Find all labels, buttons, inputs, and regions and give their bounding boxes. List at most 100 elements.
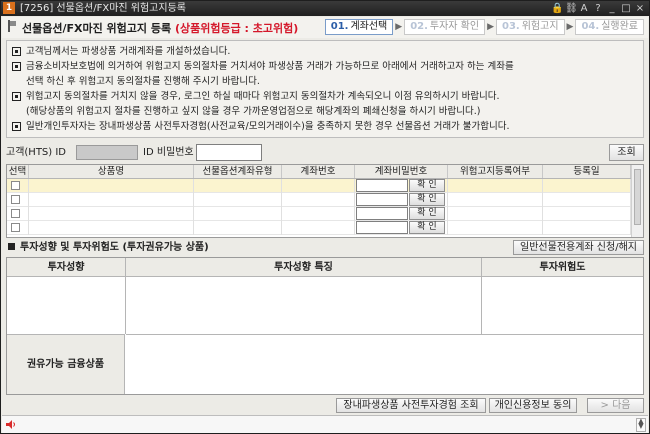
- speaker-icon[interactable]: [6, 419, 16, 430]
- page-title: 선물옵션/FX마진 위험고지 등록 (상품위험등급 : 초고위험): [22, 20, 298, 36]
- lock-icon[interactable]: 🔒: [551, 2, 563, 15]
- confirm-button[interactable]: 확 인: [409, 179, 445, 192]
- login-row: 고객(HTS) ID ID 비밀번호 조회: [6, 144, 644, 161]
- col-investor-profile: 투자성향: [47, 262, 85, 273]
- notice-line: 금융소비자보호법에 의거하여 위험고지 동의절차를 거치셔야 파생상품 거래가 …: [12, 59, 638, 74]
- cell-account-number: [282, 193, 355, 207]
- col-account-type: 선물옵션계좌유형: [194, 165, 282, 178]
- window-number-badge: 1: [3, 2, 15, 14]
- cell-product: [29, 179, 194, 193]
- bullet-icon: [12, 92, 21, 101]
- step-arrow-icon: ▶: [395, 22, 403, 32]
- section-title: 투자성향 및 투자위험도 (투자권유가능 상품): [8, 241, 209, 254]
- bullet-icon: [12, 122, 21, 131]
- col-select: 선택: [7, 165, 29, 178]
- step-arrow-icon: ▶: [487, 22, 495, 32]
- notice-line: 위험고지 동의절차를 거치지 않을 경우, 로그인 하실 때마다 위험고지 동의…: [12, 89, 638, 104]
- table-row[interactable]: 확 인: [7, 207, 643, 221]
- cell-product: [29, 207, 194, 221]
- next-button[interactable]: > 다음: [587, 398, 644, 413]
- password-field[interactable]: [196, 144, 262, 161]
- recommendable-products-label: 권유가능 금융상품: [7, 334, 125, 394]
- customer-id-label: 고객(HTS) ID: [6, 147, 67, 158]
- cell-account-type: [194, 221, 282, 235]
- cell-risk-status: [448, 193, 543, 207]
- minimize-icon[interactable]: _: [607, 2, 617, 15]
- cell-product: [29, 221, 194, 235]
- recommendable-products-area: [126, 334, 643, 394]
- cell-risk-status: [448, 179, 543, 193]
- account-password-input[interactable]: [356, 207, 408, 220]
- status-bar: ▲ ▼: [2, 415, 648, 433]
- divider: [481, 258, 482, 334]
- link-icon[interactable]: ⛓: [565, 2, 578, 15]
- investor-table-header: 투자성향 투자성향 특징 투자위험도: [7, 258, 643, 277]
- col-account-number: 계좌번호: [282, 165, 355, 178]
- step-risk-notice[interactable]: 03. 위험고지: [496, 19, 565, 35]
- cell-account-type: [194, 193, 282, 207]
- notice-line: 선택 하신 후 위험고지 동의절차를 진행해 주시기 바랍니다.: [26, 76, 260, 87]
- cell-date: [543, 207, 631, 221]
- page-header: 선물옵션/FX마진 위험고지 등록 (상품위험등급 : 초고위험) 01. 계좌선…: [2, 17, 648, 38]
- step-investor-check[interactable]: 02. 투자자 확인: [404, 19, 486, 35]
- cell-risk-status: [448, 207, 543, 221]
- step-indicator: 01. 계좌선택 ▶ 02. 투자자 확인 ▶ 03. 위험고지 ▶ 04. 실행완료: [324, 19, 644, 35]
- experience-query-button[interactable]: 장내파생상품 사전투자경험 조회: [336, 398, 486, 413]
- table-row[interactable]: 확 인: [7, 179, 643, 193]
- maximize-icon[interactable]: □: [621, 2, 631, 15]
- row-checkbox[interactable]: [11, 223, 20, 232]
- cell-date: [543, 179, 631, 193]
- table-scrollbar[interactable]: [631, 165, 643, 237]
- cell-date: [543, 193, 631, 207]
- title-bar[interactable]: 1 [7256] 선물옵션/FX마진 위험고지등록 🔒 ⛓ A ? _ □ ×: [1, 1, 649, 16]
- account-password-input[interactable]: [356, 179, 408, 192]
- notice-box: 고객님께서는 파생상품 거래계좌를 개설하셨습니다. 금융소비자보호법에 의거하…: [6, 40, 644, 138]
- confirm-button[interactable]: 확 인: [409, 221, 445, 234]
- cell-risk-status: [448, 221, 543, 235]
- col-investment-risk: 투자위험도: [539, 262, 586, 273]
- scrollbar-thumb[interactable]: [634, 169, 641, 225]
- square-bullet-icon: [8, 243, 15, 250]
- accounts-table: 선택 상품명 선물옵션계좌유형 계좌번호 계좌비밀번호 위험고지등록여부 등록일…: [6, 164, 644, 238]
- account-password-input[interactable]: [356, 193, 408, 206]
- investor-profile-table: 투자성향 투자성향 특징 투자위험도 권유가능 금융상품: [6, 257, 644, 395]
- query-button[interactable]: 조회: [609, 144, 644, 161]
- page-title-text: 선물옵션/FX마진 위험고지 등록: [22, 22, 172, 35]
- step-complete[interactable]: 04. 실행완료: [575, 19, 644, 35]
- row-checkbox[interactable]: [11, 209, 20, 218]
- credit-consent-button[interactable]: 개인신용정보 동의: [489, 398, 577, 413]
- bullet-icon: [12, 47, 21, 56]
- cell-account-type: [194, 207, 282, 221]
- special-account-button[interactable]: 일반선물전용계좌 신청/해지: [513, 240, 644, 255]
- row-checkbox[interactable]: [11, 195, 20, 204]
- customer-id-field: [76, 145, 138, 160]
- step-account-select[interactable]: 01. 계좌선택: [324, 19, 394, 35]
- app-window: 1 [7256] 선물옵션/FX마진 위험고지등록 🔒 ⛓ A ? _ □ × …: [0, 0, 650, 434]
- notice-line: 고객님께서는 파생상품 거래계좌를 개설하셨습니다.: [12, 44, 638, 59]
- confirm-button[interactable]: 확 인: [409, 207, 445, 220]
- divider: [125, 258, 126, 334]
- close-icon[interactable]: ×: [635, 2, 645, 15]
- cell-account-number: [282, 179, 355, 193]
- font-size-icon[interactable]: A: [579, 2, 589, 15]
- help-icon[interactable]: ?: [593, 2, 603, 15]
- col-product: 상품명: [29, 165, 194, 178]
- window-title: [7256] 선물옵션/FX마진 위험고지등록: [20, 3, 186, 14]
- password-label: ID 비밀번호: [143, 147, 194, 158]
- cell-account-type: [194, 179, 282, 193]
- account-password-input[interactable]: [356, 221, 408, 234]
- row-checkbox[interactable]: [11, 181, 20, 190]
- table-header: 선택 상품명 선물옵션계좌유형 계좌번호 계좌비밀번호 위험고지등록여부 등록일: [7, 165, 643, 179]
- risk-grade-label: (상품위험등급 : 초고위험): [174, 22, 299, 35]
- step-arrow-icon: ▶: [566, 22, 574, 32]
- notice-line: (해당상품의 위험고지 절차를 진행하고 싶지 않을 경우 가까운영업점으로 해…: [26, 106, 481, 117]
- cell-product: [29, 193, 194, 207]
- cell-account-number: [282, 207, 355, 221]
- table-row[interactable]: 확 인: [7, 221, 643, 235]
- window-controls: 🔒 ⛓ A ? _ □ ×: [551, 2, 645, 15]
- table-row[interactable]: 확 인: [7, 193, 643, 207]
- confirm-button[interactable]: 확 인: [409, 193, 445, 206]
- notice-line: 일반개인투자자는 장내파생상품 사전투자경험(사전교육/모의거래이수)을 충족하…: [12, 119, 638, 134]
- col-profile-features: 투자성향 특징: [274, 262, 333, 273]
- status-scroll-icon[interactable]: ▲ ▼: [636, 418, 646, 432]
